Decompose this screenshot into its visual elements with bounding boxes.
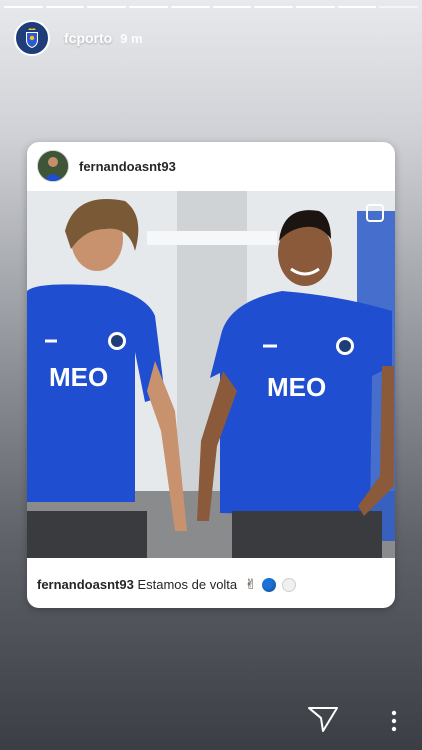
story-progress-bar (4, 6, 419, 9)
story-timestamp: 9 m (120, 30, 143, 46)
post-author-avatar[interactable] (37, 150, 69, 182)
white-circle-icon (281, 578, 296, 592)
progress-segment (212, 6, 252, 8)
caption-text: Estamos de volta (137, 577, 238, 592)
svg-text:MEO: MEO (267, 372, 326, 402)
caption-username[interactable]: fernandoasnt93 (37, 577, 134, 592)
progress-segment (337, 6, 377, 8)
progress-segment (45, 6, 85, 8)
post-author-username[interactable]: fernandoasnt93 (79, 159, 176, 174)
send-button[interactable] (306, 704, 340, 734)
fcporto-crest-icon (17, 23, 47, 53)
progress-segment (379, 6, 419, 8)
account-handle[interactable]: fcporto (64, 30, 112, 46)
send-icon (308, 707, 338, 732)
svg-text:MEO: MEO (49, 362, 108, 392)
progress-segment (170, 6, 210, 8)
post-header: fernandoasnt93 (27, 142, 395, 190)
more-options-button[interactable] (384, 708, 404, 734)
progress-segment (254, 6, 293, 8)
account-avatar[interactable] (14, 20, 50, 56)
post-photo: MEO MEO (27, 191, 395, 558)
players-photo: MEO MEO (27, 191, 395, 558)
post-caption: fernandoasnt93 Estamos de volta ✌ (37, 576, 296, 593)
victory-hand-icon: ✌ (244, 576, 257, 592)
progress-segment (129, 6, 168, 8)
progress-segment (295, 6, 335, 8)
progress-segment (4, 6, 43, 8)
story-header: fcporto 9 m (14, 20, 143, 56)
shared-post-card[interactable]: fernandoasnt93 MEO MEO fernandoasnt93 Es… (27, 142, 395, 608)
more-options-icon (391, 710, 397, 732)
progress-segment (87, 6, 127, 8)
blue-circle-icon (262, 578, 277, 592)
person-avatar-icon (38, 151, 68, 181)
